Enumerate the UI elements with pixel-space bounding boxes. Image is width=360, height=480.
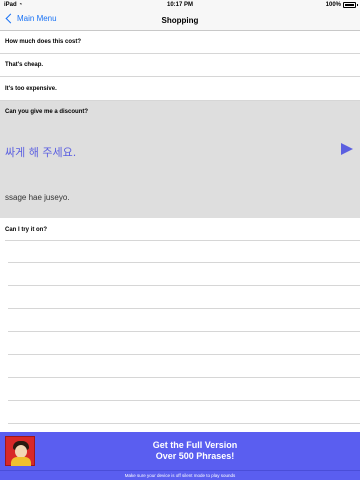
banner-text: Get the Full Version Over 500 Phrases! xyxy=(0,440,360,462)
phrase-list: How much does this cost? That's cheap. I… xyxy=(0,31,360,241)
banner-line-1: Get the Full Version xyxy=(152,440,238,450)
phrase-row-how-much[interactable]: How much does this cost? xyxy=(0,31,360,54)
battery-area: 100% xyxy=(325,2,358,8)
empty-row xyxy=(0,401,360,424)
play-icon[interactable] xyxy=(341,143,353,155)
empty-row xyxy=(0,355,360,378)
phrase-label: That's cheap. xyxy=(5,62,44,68)
phrase-label: Can I try it on? xyxy=(5,226,47,233)
phrase-row-too-expensive[interactable]: It's too expensive. xyxy=(0,77,360,101)
battery-percent: 100% xyxy=(325,2,341,8)
banner-line-2: Over 500 Phrases! xyxy=(155,451,235,461)
page-title: Shopping xyxy=(161,16,199,25)
korean-phrase: 싸게 해 주세요. xyxy=(5,146,77,159)
phrase-row-try-on[interactable]: Can I try it on? xyxy=(0,218,360,241)
phrase-row-cheap[interactable]: That's cheap. xyxy=(0,54,360,77)
phrase-question: Can you give me a discount? xyxy=(5,109,89,115)
full-version-banner[interactable]: Get the Full Version Over 500 Phrases! xyxy=(0,432,360,470)
navigation-bar: Main Menu Shopping xyxy=(0,11,360,31)
empty-row xyxy=(0,309,360,332)
phrase-label: It's too expensive. xyxy=(5,85,57,92)
empty-row xyxy=(0,286,360,309)
clock: 10:17 PM xyxy=(166,2,193,8)
battery-icon xyxy=(343,2,358,8)
empty-row xyxy=(0,263,360,286)
empty-row xyxy=(0,240,360,263)
empty-row xyxy=(0,332,360,355)
phrase-label: How much does this cost? xyxy=(5,39,82,45)
phrase-row-discount-expanded[interactable]: Can you give me a discount? 싸게 해 주세요. ss… xyxy=(0,101,360,218)
status-bar: iPad ◔ 10:17 PM 100% xyxy=(0,0,360,11)
silent-mode-note: Make sure your device is off silent mode… xyxy=(0,470,360,480)
empty-row xyxy=(0,378,360,401)
empty-rows xyxy=(0,240,360,424)
romanization: ssage hae juseyo. xyxy=(5,193,70,202)
